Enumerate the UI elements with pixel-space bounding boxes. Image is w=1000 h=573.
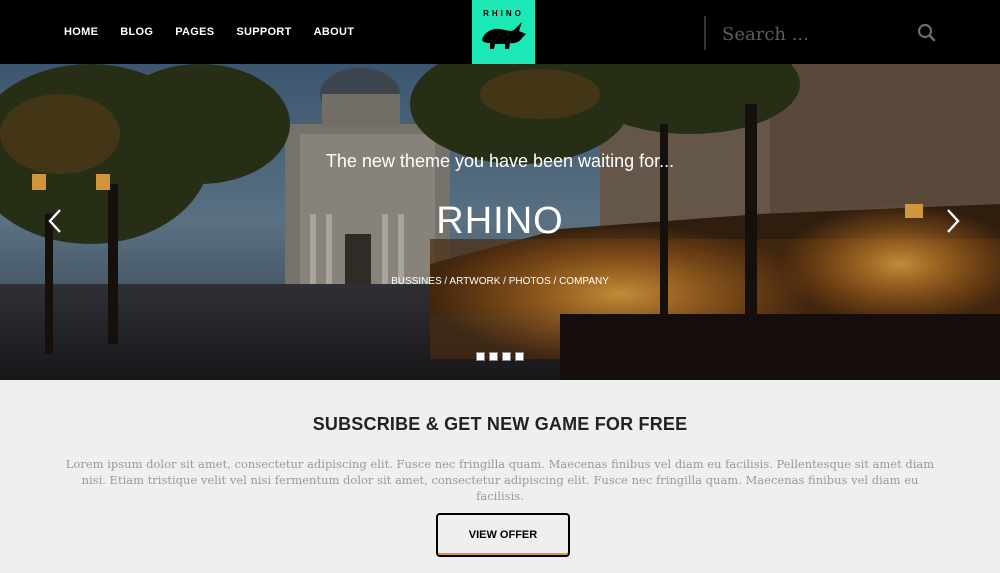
nav-item-blog[interactable]: BLOG bbox=[120, 26, 153, 38]
hero-subtitle: The new theme you have been waiting for.… bbox=[325, 151, 675, 171]
nav-item-pages[interactable]: PAGES bbox=[175, 26, 214, 38]
nav-item-about[interactable]: ABOUT bbox=[314, 26, 355, 38]
rhino-icon bbox=[481, 22, 526, 49]
slider-prev-button[interactable] bbox=[44, 204, 68, 238]
search-input[interactable] bbox=[720, 16, 904, 52]
view-offer-button[interactable]: VIEW OFFER bbox=[436, 513, 570, 557]
chevron-right-icon bbox=[947, 209, 960, 233]
slider-dot[interactable] bbox=[489, 352, 498, 361]
search-icon bbox=[917, 23, 936, 42]
subscribe-text: Lorem ipsum dolor sit amet, consectetur … bbox=[65, 457, 935, 503]
hero-tags: BUSSINES / ARTWORK / PHOTOS / COMPANY bbox=[391, 276, 609, 287]
nav-item-support[interactable]: SUPPORT bbox=[236, 26, 291, 38]
slider-next-button[interactable] bbox=[940, 204, 964, 238]
search-divider bbox=[704, 16, 706, 50]
nav-item-home[interactable]: HOME bbox=[64, 26, 98, 38]
hero-slider: The new theme you have been waiting for.… bbox=[0, 64, 1000, 380]
site-logo[interactable]: RHINO bbox=[472, 0, 535, 64]
subscribe-title: SUBSCRIBE & GET NEW GAME FOR FREE bbox=[312, 414, 688, 434]
hero-title: RHINO bbox=[436, 200, 564, 242]
slider-dot[interactable] bbox=[476, 352, 485, 361]
logo-text: RHINO bbox=[483, 9, 524, 18]
slider-dot[interactable] bbox=[502, 352, 511, 361]
site-header: HOME BLOG PAGES SUPPORT ABOUT RHINO bbox=[0, 0, 1000, 64]
main-nav: HOME BLOG PAGES SUPPORT ABOUT bbox=[64, 0, 376, 64]
slider-pagination bbox=[476, 352, 524, 361]
search-button[interactable] bbox=[912, 18, 942, 48]
slider-dot[interactable] bbox=[515, 352, 524, 361]
chevron-left-icon bbox=[48, 209, 61, 233]
